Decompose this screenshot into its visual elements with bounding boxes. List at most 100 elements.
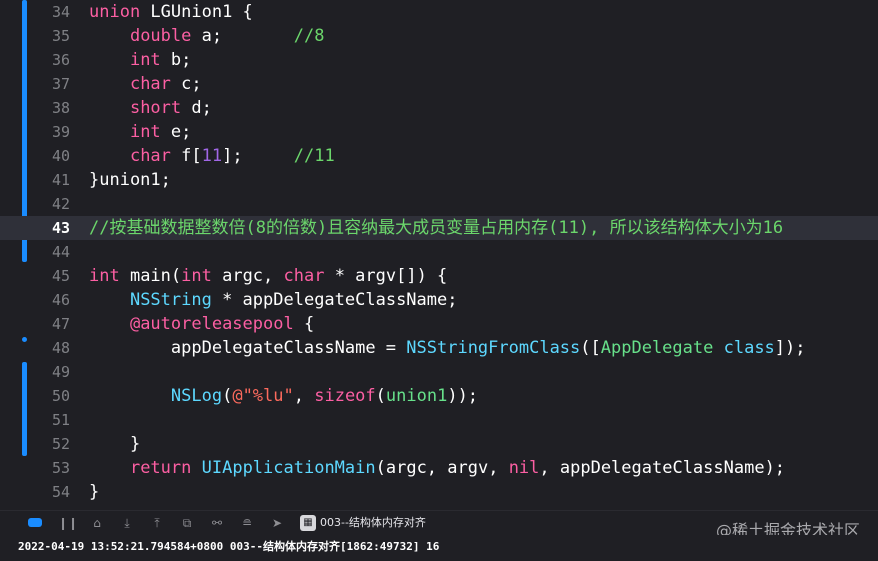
code-editor[interactable]: 34 union LGUnion1 {35 double a; //8 36 int… [0, 0, 878, 510]
line-number[interactable]: 36 [30, 48, 70, 72]
code-text[interactable]: int main(int argc, char * argv[]) { [89, 264, 447, 288]
code-token: a; [191, 26, 294, 46]
step-out-button[interactable]: ⤒ [148, 515, 166, 531]
target-label[interactable]: 003--结构体内存对齐 [320, 515, 426, 531]
code-text[interactable]: char f[11]; //11 [89, 144, 335, 168]
code-line[interactable]: 51 [0, 408, 878, 432]
code-line[interactable]: 47 @autoreleasepool { [0, 312, 878, 336]
code-text[interactable]: short d; [89, 96, 212, 120]
line-number[interactable]: 52 [30, 432, 70, 456]
code-token: UIApplicationMain [201, 458, 376, 478]
code-text[interactable]: double a; //8 [89, 24, 325, 48]
code-token: ([ [580, 338, 601, 358]
line-number[interactable]: 53 [30, 456, 70, 480]
code-line[interactable]: 45 int main(int argc, char * argv[]) { [0, 264, 878, 288]
step-into-button[interactable]: ⤓ [118, 515, 136, 531]
line-number[interactable]: 39 [30, 120, 70, 144]
code-line[interactable]: 44 [0, 240, 878, 264]
code-token: appDelegateClassName = [89, 338, 407, 358]
code-line[interactable]: 37 char c; [0, 72, 878, 96]
code-line[interactable]: 35 double a; //8 [0, 24, 878, 48]
line-number[interactable]: 37 [30, 72, 70, 96]
code-text[interactable]: NSLog(@"%lu", sizeof(union1)); [89, 384, 478, 408]
line-number[interactable]: 43 [30, 216, 70, 240]
code-line[interactable]: 42 [0, 192, 878, 216]
line-number[interactable]: 41 [30, 168, 70, 192]
code-token: union1 [385, 386, 448, 406]
code-token: NSLog [170, 386, 223, 406]
code-text[interactable]: NSString * appDelegateClassName; [89, 288, 458, 312]
line-number[interactable]: 51 [30, 408, 70, 432]
console-log-line: 2022-04-19 13:52:21.794584+0800 003--结构体… [18, 540, 440, 553]
code-token: f[ [170, 146, 202, 166]
code-token: char [129, 146, 171, 166]
line-number[interactable]: 45 [30, 264, 70, 288]
console-output[interactable]: 2022-04-19 13:52:21.794584+0800 003--结构体… [0, 535, 878, 561]
line-number[interactable]: 50 [30, 384, 70, 408]
code-text[interactable]: char c; [89, 72, 202, 96]
code-line[interactable]: 52 } [0, 432, 878, 456]
line-number[interactable]: 47 [30, 312, 70, 336]
code-token: int [129, 50, 161, 70]
code-token: NSString [129, 290, 212, 310]
line-number[interactable]: 35 [30, 24, 70, 48]
environment-overrides-button[interactable]: ≘ [238, 515, 256, 531]
code-text[interactable]: int e; [89, 120, 191, 144]
code-text[interactable]: } [89, 432, 140, 456]
code-text[interactable]: int b; [89, 48, 191, 72]
line-number[interactable]: 54 [30, 480, 70, 504]
code-line[interactable]: 46 NSString * appDelegateClassName; [0, 288, 878, 312]
pause-button[interactable]: ❙❙ [58, 515, 79, 531]
code-line[interactable]: 43 //按基础数据整数倍(8的倍数)且容纳最大成员变量占用内存(11), 所以该… [0, 216, 878, 240]
line-number[interactable]: 46 [30, 288, 70, 312]
code-token: int [89, 266, 120, 286]
code-line[interactable]: 40 char f[11]; //11 [0, 144, 878, 168]
memory-graph-icon: ⚯ [211, 516, 223, 530]
code-text[interactable]: union LGUnion1 { [89, 0, 253, 24]
code-line[interactable]: 34 union LGUnion1 { [0, 0, 878, 24]
code-text[interactable]: //按基础数据整数倍(8的倍数)且容纳最大成员变量占用内存(11), 所以该结构… [89, 216, 783, 240]
pause-icon: ❙❙ [58, 516, 79, 530]
code-line[interactable]: 48 appDelegateClassName = NSStringFromCl… [0, 336, 878, 360]
code-line[interactable]: 38 short d; [0, 96, 878, 120]
code-line[interactable]: 53 return UIApplicationMain(argc, argv, … [0, 456, 878, 480]
code-token: int [129, 122, 161, 142]
location-icon: ➤ [271, 516, 283, 530]
code-text[interactable]: }union1; [89, 168, 171, 192]
line-number[interactable]: 34 [30, 0, 70, 24]
line-number[interactable]: 40 [30, 144, 70, 168]
view-hierarchy-button[interactable]: ⧉ [178, 515, 196, 531]
simulate-location-button[interactable]: ➤ [268, 515, 286, 531]
line-number[interactable]: 42 [30, 192, 70, 216]
code-token: short [129, 98, 182, 118]
code-text[interactable]: return UIApplicationMain(argc, argv, nil… [89, 456, 785, 480]
line-number[interactable]: 49 [30, 360, 70, 384]
memory-graph-button[interactable]: ⚯ [208, 515, 226, 531]
code-line[interactable]: 54} [0, 480, 878, 504]
code-token: @"%lu" [232, 386, 294, 406]
line-number[interactable]: 38 [30, 96, 70, 120]
step-over-button[interactable]: ⌂ [88, 515, 106, 531]
code-line[interactable]: 50 NSLog(@"%lu", sizeof(union1)); [0, 384, 878, 408]
code-token: 11 [201, 146, 223, 166]
console-toggle-icon[interactable] [28, 518, 42, 527]
code-token: * argv[]) { [324, 266, 448, 286]
code-token: class [723, 338, 775, 358]
code-text[interactable]: @autoreleasepool { [89, 312, 314, 336]
code-line[interactable]: 41 }union1; [0, 168, 878, 192]
code-token: e; [160, 122, 192, 142]
code-token: @autoreleasepool [129, 314, 294, 334]
code-text[interactable]: appDelegateClassName = NSStringFromClass… [89, 336, 806, 360]
code-line[interactable]: 36 int b; [0, 48, 878, 72]
line-number[interactable]: 48 [30, 336, 70, 360]
code-line[interactable]: 49 [0, 360, 878, 384]
code-token: ( [222, 386, 233, 406]
code-token: //按基础数据整数倍(8的倍数)且容纳最大成员变量占用内存(11), 所以该结构… [89, 218, 784, 238]
line-number[interactable]: 44 [30, 240, 70, 264]
code-text[interactable]: } [89, 480, 99, 504]
code-line[interactable]: 39 int e; [0, 120, 878, 144]
